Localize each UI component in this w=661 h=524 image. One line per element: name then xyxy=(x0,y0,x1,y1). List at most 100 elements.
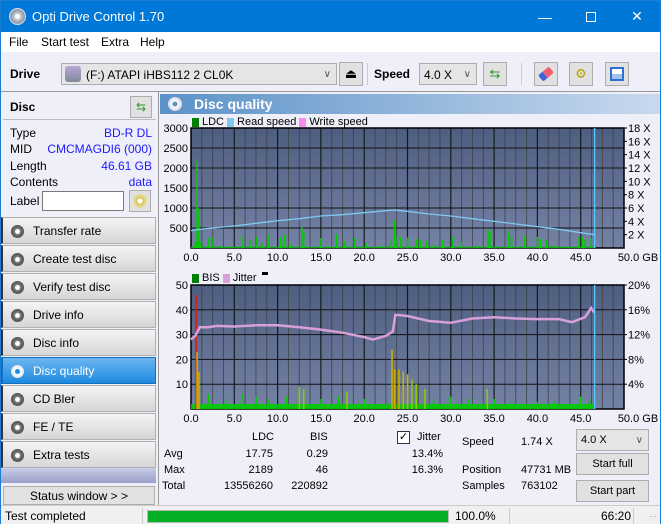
ldc-bar xyxy=(460,242,463,248)
ldc-bar xyxy=(220,246,223,248)
resize-grip-icon[interactable]: ⋯ xyxy=(649,512,657,521)
status-text: Test completed xyxy=(5,509,86,523)
ldc-bar xyxy=(283,234,286,248)
test-speed-select[interactable]: 4.0 X ∨ xyxy=(576,429,649,451)
x-tick-label: 20.0 xyxy=(353,413,374,425)
y-right-tick-label: 6 X xyxy=(628,203,645,215)
bis-bar xyxy=(486,389,489,409)
x-tick-label: 20.0 xyxy=(353,252,374,264)
ldc-bar xyxy=(207,238,210,248)
x-tick-label: 35.0 xyxy=(483,252,504,264)
ldc-bar xyxy=(199,242,202,248)
sidebar-item-label: Extra tests xyxy=(33,448,90,462)
bis-bar xyxy=(346,391,348,409)
ldc-bar xyxy=(539,238,541,248)
ldc-bar xyxy=(390,240,392,248)
x-tick-label: 30.0 xyxy=(440,252,461,264)
bis-bar xyxy=(424,389,426,409)
jitter-label: Jitter xyxy=(417,431,441,443)
x-tick-label: 40.0 xyxy=(527,413,548,425)
samples-value: 763102 xyxy=(521,480,558,492)
ldc-bar xyxy=(289,244,292,248)
y-left-tick-label: 2500 xyxy=(164,143,188,155)
bis-bar xyxy=(467,399,470,409)
ldc-bar xyxy=(590,238,592,248)
y-right-tick-label: 16 X xyxy=(628,136,651,148)
y-right-tick-label: 18 X xyxy=(628,123,651,135)
status-divider xyxy=(633,508,634,524)
bis-legend: BIS Jitter xyxy=(192,272,268,284)
y-right-tick-label: 4 X xyxy=(628,216,645,228)
ldc-bar xyxy=(432,244,435,248)
y-right-tick-label: 12 X xyxy=(628,163,651,175)
ldc-baseline xyxy=(191,246,595,248)
avg-jitter: 13.4% xyxy=(411,448,443,460)
bis-bar xyxy=(493,399,495,409)
bis-bar xyxy=(242,394,244,409)
x-tick-label: 5.0 xyxy=(227,252,242,264)
ldc-bar xyxy=(419,240,422,248)
legend-read-speed: Read speed xyxy=(237,116,297,128)
status-divider xyxy=(509,508,510,524)
ldc-bar xyxy=(365,242,367,248)
bis-bar xyxy=(337,396,340,409)
bis-bar xyxy=(198,371,200,409)
y-right-tick-label: 8% xyxy=(628,354,644,366)
ldc-bar xyxy=(578,236,580,248)
x-tick-label: 50.0 GB xyxy=(618,252,658,264)
bis-bar xyxy=(268,399,270,409)
y-right-tick-label: 20% xyxy=(628,280,650,292)
ldc-bar xyxy=(301,227,303,248)
x-tick-label: 40.0 xyxy=(527,252,548,264)
ldc-bar xyxy=(476,245,478,248)
legend-ldc: LDC xyxy=(202,116,225,128)
x-tick-label: 10.0 xyxy=(267,252,288,264)
test-speed-value: 4.0 X xyxy=(581,434,607,446)
y-left-tick-label: 20 xyxy=(176,354,188,366)
bis-baseline xyxy=(191,404,595,409)
x-tick-label: 0.0 xyxy=(183,413,198,425)
x-tick-label: 45.0 xyxy=(570,413,591,425)
ldc-bar xyxy=(393,220,396,248)
sidebar-item-extra-tests[interactable]: Extra tests xyxy=(1,441,156,468)
ldc-bar xyxy=(510,236,513,248)
y-left-tick-label: 2000 xyxy=(164,163,188,175)
bis-bar xyxy=(580,396,582,409)
speed-result-value: 1.74 X xyxy=(521,436,553,448)
app-window: Opti Drive Control 1.70 — ✕ File Start t… xyxy=(0,0,661,524)
bis-bar xyxy=(588,399,591,409)
bis-bar xyxy=(415,384,418,409)
x-tick-label: 25.0 xyxy=(397,252,418,264)
ldc-bar xyxy=(242,236,244,248)
total-bis: 220892 xyxy=(291,480,328,492)
ldc-bar xyxy=(320,238,322,248)
y-left-tick-label: 500 xyxy=(170,223,188,235)
bis-bar xyxy=(554,401,556,409)
max-bis: 46 xyxy=(315,464,328,476)
bis-bar xyxy=(298,386,301,409)
max-jitter: 16.3% xyxy=(411,464,443,476)
start-part-button[interactable]: Start part xyxy=(576,480,649,502)
max-label: Max xyxy=(164,464,185,476)
ldc-bar xyxy=(441,240,444,248)
bis-bar xyxy=(510,401,513,409)
y-right-tick-label: 2 X xyxy=(628,230,645,242)
ldc-bar xyxy=(335,234,338,248)
ldc-bar xyxy=(279,238,282,248)
ldc-bar xyxy=(256,236,258,248)
ldc-bar xyxy=(194,242,197,248)
ldc-bar xyxy=(261,243,263,248)
x-tick-label: 25.0 xyxy=(397,413,418,425)
status-window-button[interactable]: Status window > > xyxy=(3,486,155,505)
write-speed-swatch xyxy=(299,117,307,127)
bis-bar xyxy=(411,379,413,409)
ldc-bar xyxy=(268,234,270,248)
ldc-bar xyxy=(523,236,526,248)
elapsed-time: 66:20 xyxy=(601,509,632,523)
ldc-bar xyxy=(406,237,409,248)
position-label: Position xyxy=(462,464,502,476)
samples-label: Samples xyxy=(462,480,505,492)
jitter-checkbox[interactable]: ✓ xyxy=(397,431,410,444)
bis-bar xyxy=(536,401,539,409)
start-full-button[interactable]: Start full xyxy=(576,453,649,475)
